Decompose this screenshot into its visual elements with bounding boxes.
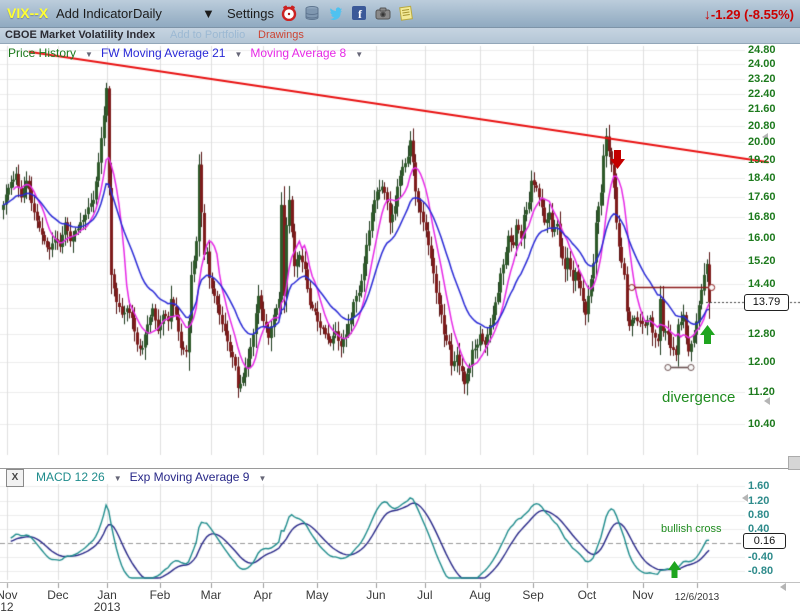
- price-tick-label: 20.00: [748, 136, 776, 148]
- macd-pane-legend: MACD 12 26 ▼ Exp Moving Average 9 ▼: [36, 470, 274, 484]
- camera-icon[interactable]: [375, 5, 391, 21]
- price-pane-legend: Price History ▼ FW Moving Average 21 ▼ Movin…: [8, 46, 371, 60]
- macd-dropdown[interactable]: MACD 12 26: [36, 470, 105, 484]
- month-label: May: [295, 588, 339, 602]
- month-label: Apr: [241, 588, 285, 602]
- price-tick-label: 22.40: [748, 88, 776, 100]
- month-label: Dec: [36, 588, 80, 602]
- last-date-label: 12/6/2013: [667, 592, 727, 603]
- add-to-portfolio-link[interactable]: Add to Portfolio: [170, 29, 245, 41]
- macd-tick-label: -0.40: [748, 551, 773, 563]
- macd-tick-label: 0.80: [748, 509, 769, 521]
- current-price-badge: 13.79: [744, 294, 789, 311]
- change-text: -1.29 (-8.55%): [711, 7, 794, 22]
- price-tick-label: 23.20: [748, 73, 776, 85]
- price-tick-label: 19.20: [748, 154, 776, 166]
- month-label: Nov: [621, 588, 665, 602]
- chevron-down-icon[interactable]: ▼: [114, 474, 122, 483]
- chevron-down-icon[interactable]: ▼: [355, 50, 363, 59]
- close-indicator-button[interactable]: X: [6, 469, 24, 487]
- ma21-dropdown[interactable]: FW Moving Average 21: [101, 46, 226, 60]
- price-tick-label: 16.00: [748, 232, 776, 244]
- price-tick-label: 21.60: [748, 103, 776, 115]
- price-tick-label: 20.80: [748, 120, 776, 132]
- current-macd-badge: 0.16: [743, 533, 786, 549]
- price-tick-label: 11.20: [748, 386, 775, 398]
- notes-icon[interactable]: [398, 5, 414, 21]
- price-history-dropdown[interactable]: Price History: [8, 46, 76, 60]
- green-up-arrow-annotation[interactable]: [700, 325, 715, 349]
- bullish-cross-annotation[interactable]: bullish cross: [661, 523, 722, 535]
- month-label: Sep: [511, 588, 555, 602]
- price-tick-label: 12.80: [748, 328, 776, 340]
- month-label: Feb: [138, 588, 182, 602]
- axis-scroll-nub-icon[interactable]: [780, 583, 786, 591]
- symbol-description-bar: CBOE Market Volatility Index Add to Port…: [0, 28, 800, 44]
- add-indicator-button[interactable]: Add Indicator: [56, 6, 133, 21]
- axis-scroll-nub-icon[interactable]: [764, 397, 770, 405]
- price-tick-label: 12.00: [748, 356, 776, 368]
- down-arrow-icon: ↓: [704, 6, 711, 22]
- macd-tick-label: 1.60: [748, 480, 769, 492]
- price-and-macd-chart[interactable]: [0, 0, 800, 611]
- price-tick-label: 14.40: [748, 278, 776, 290]
- price-change-indicator: ↓-1.29 (-8.55%): [704, 6, 794, 22]
- symbol-ticker[interactable]: VIX--X: [7, 5, 48, 21]
- macd-tick-label: -0.80: [748, 565, 773, 577]
- month-label: Oct: [565, 588, 609, 602]
- chevron-down-icon[interactable]: ▼: [234, 50, 242, 59]
- price-tick-label: 16.80: [748, 211, 776, 223]
- macd-tick-label: 1.20: [748, 495, 769, 507]
- divergence-annotation[interactable]: divergence: [662, 389, 735, 406]
- price-tick-label: 24.00: [748, 58, 776, 70]
- scrollbar-corner[interactable]: [788, 456, 800, 470]
- toolbar: VIX--X Add Indicator Daily ▼ Settings f …: [0, 0, 800, 28]
- ma8-dropdown[interactable]: Moving Average 8: [250, 46, 346, 60]
- month-label: Aug: [458, 588, 502, 602]
- twitter-icon[interactable]: [327, 5, 343, 21]
- month-label: Mar: [189, 588, 233, 602]
- price-tick-label: 17.60: [748, 191, 776, 203]
- drawings-menu[interactable]: Drawings: [258, 29, 304, 41]
- database-icon[interactable]: [304, 5, 320, 21]
- price-tick-label: 15.20: [748, 255, 776, 267]
- year-label: 2013: [85, 600, 129, 611]
- security-name: CBOE Market Volatility Index: [5, 29, 155, 41]
- month-label: Jul: [403, 588, 447, 602]
- macd-green-up-arrow-annotation[interactable]: [668, 561, 681, 583]
- year-label: 12: [0, 600, 29, 611]
- charting-app-window: VIX--X Add Indicator Daily ▼ Settings f …: [0, 0, 800, 611]
- price-tick-label: 18.40: [748, 172, 776, 184]
- macd-signal-dropdown[interactable]: Exp Moving Average 9: [130, 470, 250, 484]
- timeframe-dropdown-arrow[interactable]: ▼: [202, 6, 215, 21]
- price-tick-label: 10.40: [748, 418, 776, 430]
- chevron-down-icon[interactable]: ▼: [85, 50, 93, 59]
- chevron-down-icon[interactable]: ▼: [258, 474, 266, 483]
- alarm-clock-icon[interactable]: [281, 5, 297, 21]
- price-tick-label: 24.80: [748, 44, 776, 56]
- red-down-arrow-annotation[interactable]: [610, 150, 625, 174]
- facebook-icon[interactable]: f: [351, 5, 367, 21]
- month-label: Jun: [354, 588, 398, 602]
- timeframe-dropdown[interactable]: Daily: [133, 6, 162, 21]
- settings-button[interactable]: Settings: [227, 6, 274, 21]
